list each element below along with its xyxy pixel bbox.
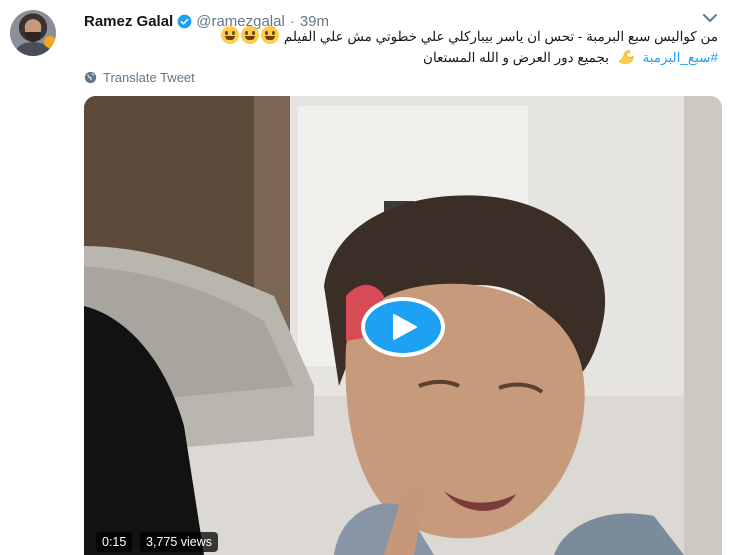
- chevron-down-icon[interactable]: [702, 12, 718, 24]
- tweet-text-segment-1: من كواليس سبع البرمبة - تحس ان ياسر بيبا…: [283, 29, 718, 44]
- video-view-count: 3,775 views: [140, 532, 219, 552]
- translate-tweet-link[interactable]: Translate Tweet: [84, 70, 195, 85]
- translate-tweet-label: Translate Tweet: [103, 70, 195, 85]
- hashtag-link[interactable]: #سبع_البرمبة: [642, 50, 718, 65]
- tweet-text-segment-2: بجميع دور العرض و الله المستعان: [423, 50, 609, 65]
- tweet-text-line-2: #سبع_البرمبة بجميع دور العرض و الله المس…: [98, 47, 718, 68]
- smiley-emoji-icon: [241, 26, 260, 44]
- flexed-biceps-emoji-icon: [618, 50, 634, 64]
- tweet-text-line-1: من كواليس سبع البرمبة - تحس ان ياسر بيبا…: [98, 26, 718, 47]
- avatar[interactable]: [10, 10, 56, 56]
- tweet-text: من كواليس سبع البرمبة - تحس ان ياسر بيبا…: [98, 26, 718, 68]
- play-icon: [393, 314, 417, 340]
- smiley-emoji-icon: [261, 26, 280, 44]
- play-button[interactable]: [361, 297, 445, 357]
- smiley-emoji-icon: [221, 26, 240, 44]
- avatar-beard: [25, 32, 41, 42]
- globe-icon: [84, 71, 97, 84]
- video-duration: 0:15: [96, 532, 133, 552]
- avatar-badge: [44, 36, 56, 48]
- video-player[interactable]: 0:15 3,775 views: [84, 96, 722, 555]
- tweet-card: Ramez Galal @ramezgalal · 39m من كواليس …: [0, 0, 740, 555]
